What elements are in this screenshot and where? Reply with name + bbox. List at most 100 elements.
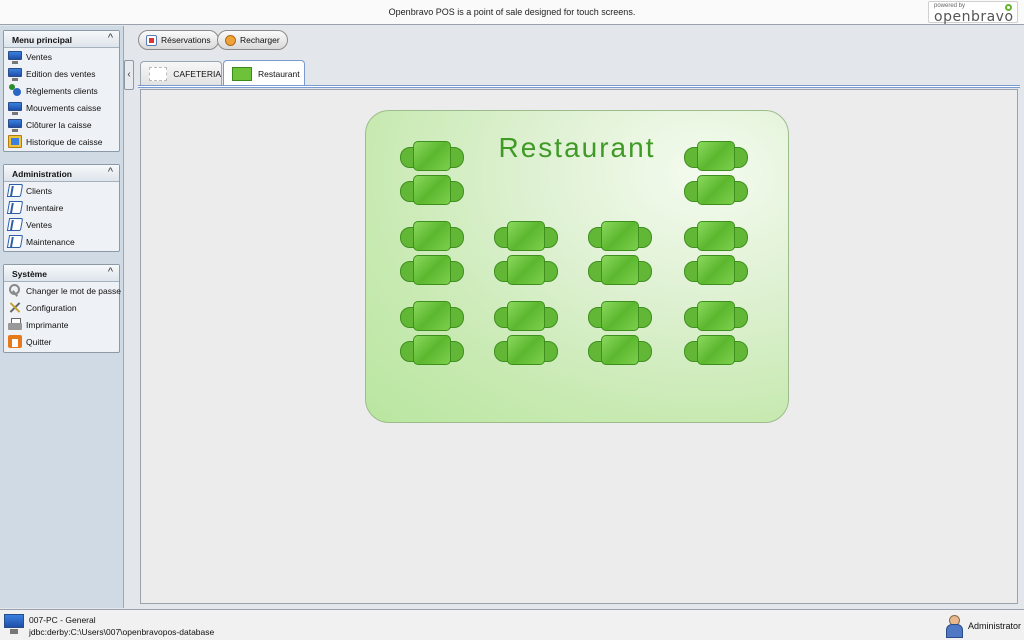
calendar-icon bbox=[146, 34, 157, 46]
tab-cafeteria[interactable]: CAFETERIA bbox=[140, 61, 222, 85]
screen-icon bbox=[8, 101, 22, 115]
menu-principal-header[interactable]: Menu principal ^ bbox=[4, 31, 119, 48]
restaurant-table[interactable] bbox=[684, 301, 748, 331]
restaurant-table[interactable] bbox=[494, 255, 558, 285]
openbravo-logo: powered by openbravo bbox=[928, 1, 1018, 25]
user-icon bbox=[945, 615, 963, 638]
restaurant-table[interactable] bbox=[684, 221, 748, 251]
systeme-title: Système bbox=[12, 269, 47, 279]
sidebar-item-label: Imprimante bbox=[26, 319, 69, 330]
screen-icon bbox=[8, 118, 22, 132]
computer-icon bbox=[4, 614, 24, 634]
menu-principal-title: Menu principal bbox=[12, 35, 72, 45]
printer-icon bbox=[8, 318, 22, 331]
restaurant-table[interactable] bbox=[588, 301, 652, 331]
tab-label: Restaurant bbox=[258, 68, 300, 79]
app-title: Openbravo POS is a point of sale designe… bbox=[388, 7, 636, 17]
history-icon bbox=[8, 135, 22, 148]
sidebar-item-label: Ventes bbox=[26, 51, 52, 62]
restaurant-table[interactable] bbox=[400, 175, 464, 205]
status-bar: 007-PC - General jdbc:derby:C:\Users\007… bbox=[0, 609, 1024, 640]
restaurant-table[interactable] bbox=[400, 301, 464, 331]
sidebar-item-label: Historique de caisse bbox=[26, 136, 103, 147]
sidebar-item-clients[interactable]: Clients bbox=[4, 182, 119, 199]
tab-label: CAFETERIA bbox=[173, 68, 221, 79]
people-icon bbox=[8, 84, 22, 97]
book-icon bbox=[6, 235, 24, 248]
sidebar-item-maintenance[interactable]: Maintenance bbox=[4, 233, 119, 250]
book-icon bbox=[6, 184, 24, 197]
tools-icon bbox=[8, 301, 22, 314]
administration-header[interactable]: Administration ^ bbox=[4, 165, 119, 182]
sidebar-item-label: Mouvements caisse bbox=[26, 102, 102, 113]
sidebar-item-cloturer-la-caisse[interactable]: Clôturer la caisse bbox=[4, 116, 119, 133]
sidebar-item-label: Edition des ventes bbox=[26, 68, 96, 79]
restaurant-table[interactable] bbox=[494, 221, 558, 251]
collapse-chevron-icon[interactable]: ^ bbox=[108, 266, 113, 278]
database-label: jdbc:derby:C:\Users\007\openbravopos-dat… bbox=[29, 627, 215, 637]
restaurant-table[interactable] bbox=[588, 335, 652, 365]
restaurant-table[interactable] bbox=[684, 175, 748, 205]
key-icon bbox=[8, 284, 22, 297]
restaurant-table[interactable] bbox=[400, 141, 464, 171]
restaurant-table[interactable] bbox=[684, 255, 748, 285]
logo-brand: openbravo bbox=[934, 9, 1014, 25]
sidebar-item-configuration[interactable]: Configuration bbox=[4, 299, 119, 316]
sidebar-item-label: Maintenance bbox=[26, 236, 75, 247]
sidebar-item-edition-des-ventes[interactable]: Edition des ventes bbox=[4, 65, 119, 82]
sidebar-item-label: Inventaire bbox=[26, 202, 64, 213]
sidebar-item-label: Règlements clients bbox=[26, 85, 98, 96]
reload-label: Recharger bbox=[240, 35, 280, 45]
user-label: Administrator bbox=[968, 621, 1022, 631]
reservations-button[interactable]: Réservations bbox=[138, 30, 219, 50]
sidebar-item-reglements-clients[interactable]: Règlements clients bbox=[4, 82, 119, 99]
host-label: 007-PC - General bbox=[29, 615, 96, 625]
floor-thumbnail-icon bbox=[149, 66, 168, 81]
logo-power-icon bbox=[1005, 4, 1012, 11]
restaurant-table[interactable] bbox=[400, 221, 464, 251]
collapse-chevron-icon[interactable]: ^ bbox=[108, 166, 113, 178]
sidebar-item-changer-mot-de-passe[interactable]: Changer le mot de passe bbox=[4, 282, 121, 299]
collapse-chevron-icon[interactable]: ^ bbox=[108, 32, 113, 44]
administration-title: Administration bbox=[12, 169, 72, 179]
restaurant-table[interactable] bbox=[400, 335, 464, 365]
systeme-header[interactable]: Système ^ bbox=[4, 265, 119, 282]
restaurant-table[interactable] bbox=[494, 301, 558, 331]
quit-icon bbox=[8, 335, 22, 348]
book-icon bbox=[6, 201, 24, 214]
restaurant-table[interactable] bbox=[400, 255, 464, 285]
sidebar-item-label: Configuration bbox=[26, 302, 77, 313]
sidebar-collapse-button[interactable]: ‹ bbox=[124, 60, 134, 90]
restaurant-table[interactable] bbox=[684, 141, 748, 171]
restaurant-table[interactable] bbox=[494, 335, 558, 365]
sidebar-item-quitter[interactable]: Quitter bbox=[4, 333, 119, 350]
systeme-panel: Système ^ Changer le mot de passe Config… bbox=[3, 264, 121, 353]
screen-icon bbox=[8, 50, 22, 64]
sidebar-item-mouvements-caisse[interactable]: Mouvements caisse bbox=[4, 99, 119, 116]
restaurant-table[interactable] bbox=[588, 255, 652, 285]
sidebar-item-historique-de-caisse[interactable]: Historique de caisse bbox=[4, 133, 119, 150]
administration-panel: Administration ^ Clients Inventaire Vent… bbox=[3, 164, 120, 252]
tab-restaurant[interactable]: Restaurant bbox=[223, 60, 305, 86]
restaurant-floor: Restaurant bbox=[365, 110, 789, 423]
sidebar: Menu principal ^ Ventes Edition des vent… bbox=[0, 26, 124, 608]
sidebar-item-imprimante[interactable]: Imprimante bbox=[4, 316, 119, 333]
book-icon bbox=[6, 218, 24, 231]
sidebar-item-ventes[interactable]: Ventes bbox=[4, 48, 119, 65]
restaurant-table[interactable] bbox=[588, 221, 652, 251]
sidebar-item-label: Quitter bbox=[26, 336, 52, 347]
floor-thumbnail-icon bbox=[232, 66, 252, 81]
restaurant-table[interactable] bbox=[684, 335, 748, 365]
reload-button[interactable]: Recharger bbox=[217, 30, 288, 50]
menu-principal-panel: Menu principal ^ Ventes Edition des vent… bbox=[3, 30, 120, 152]
reservations-label: Réservations bbox=[161, 35, 211, 45]
tab-underline bbox=[138, 85, 1020, 88]
sidebar-item-label: Changer le mot de passe bbox=[26, 285, 121, 296]
sidebar-item-label: Ventes bbox=[26, 219, 52, 230]
title-bar: Openbravo POS is a point of sale designe… bbox=[0, 0, 1024, 25]
reload-icon bbox=[225, 34, 236, 46]
sidebar-item-ventes-admin[interactable]: Ventes bbox=[4, 216, 119, 233]
sidebar-item-inventaire[interactable]: Inventaire bbox=[4, 199, 119, 216]
screen-icon bbox=[8, 67, 22, 81]
sidebar-item-label: Clôturer la caisse bbox=[26, 119, 92, 130]
